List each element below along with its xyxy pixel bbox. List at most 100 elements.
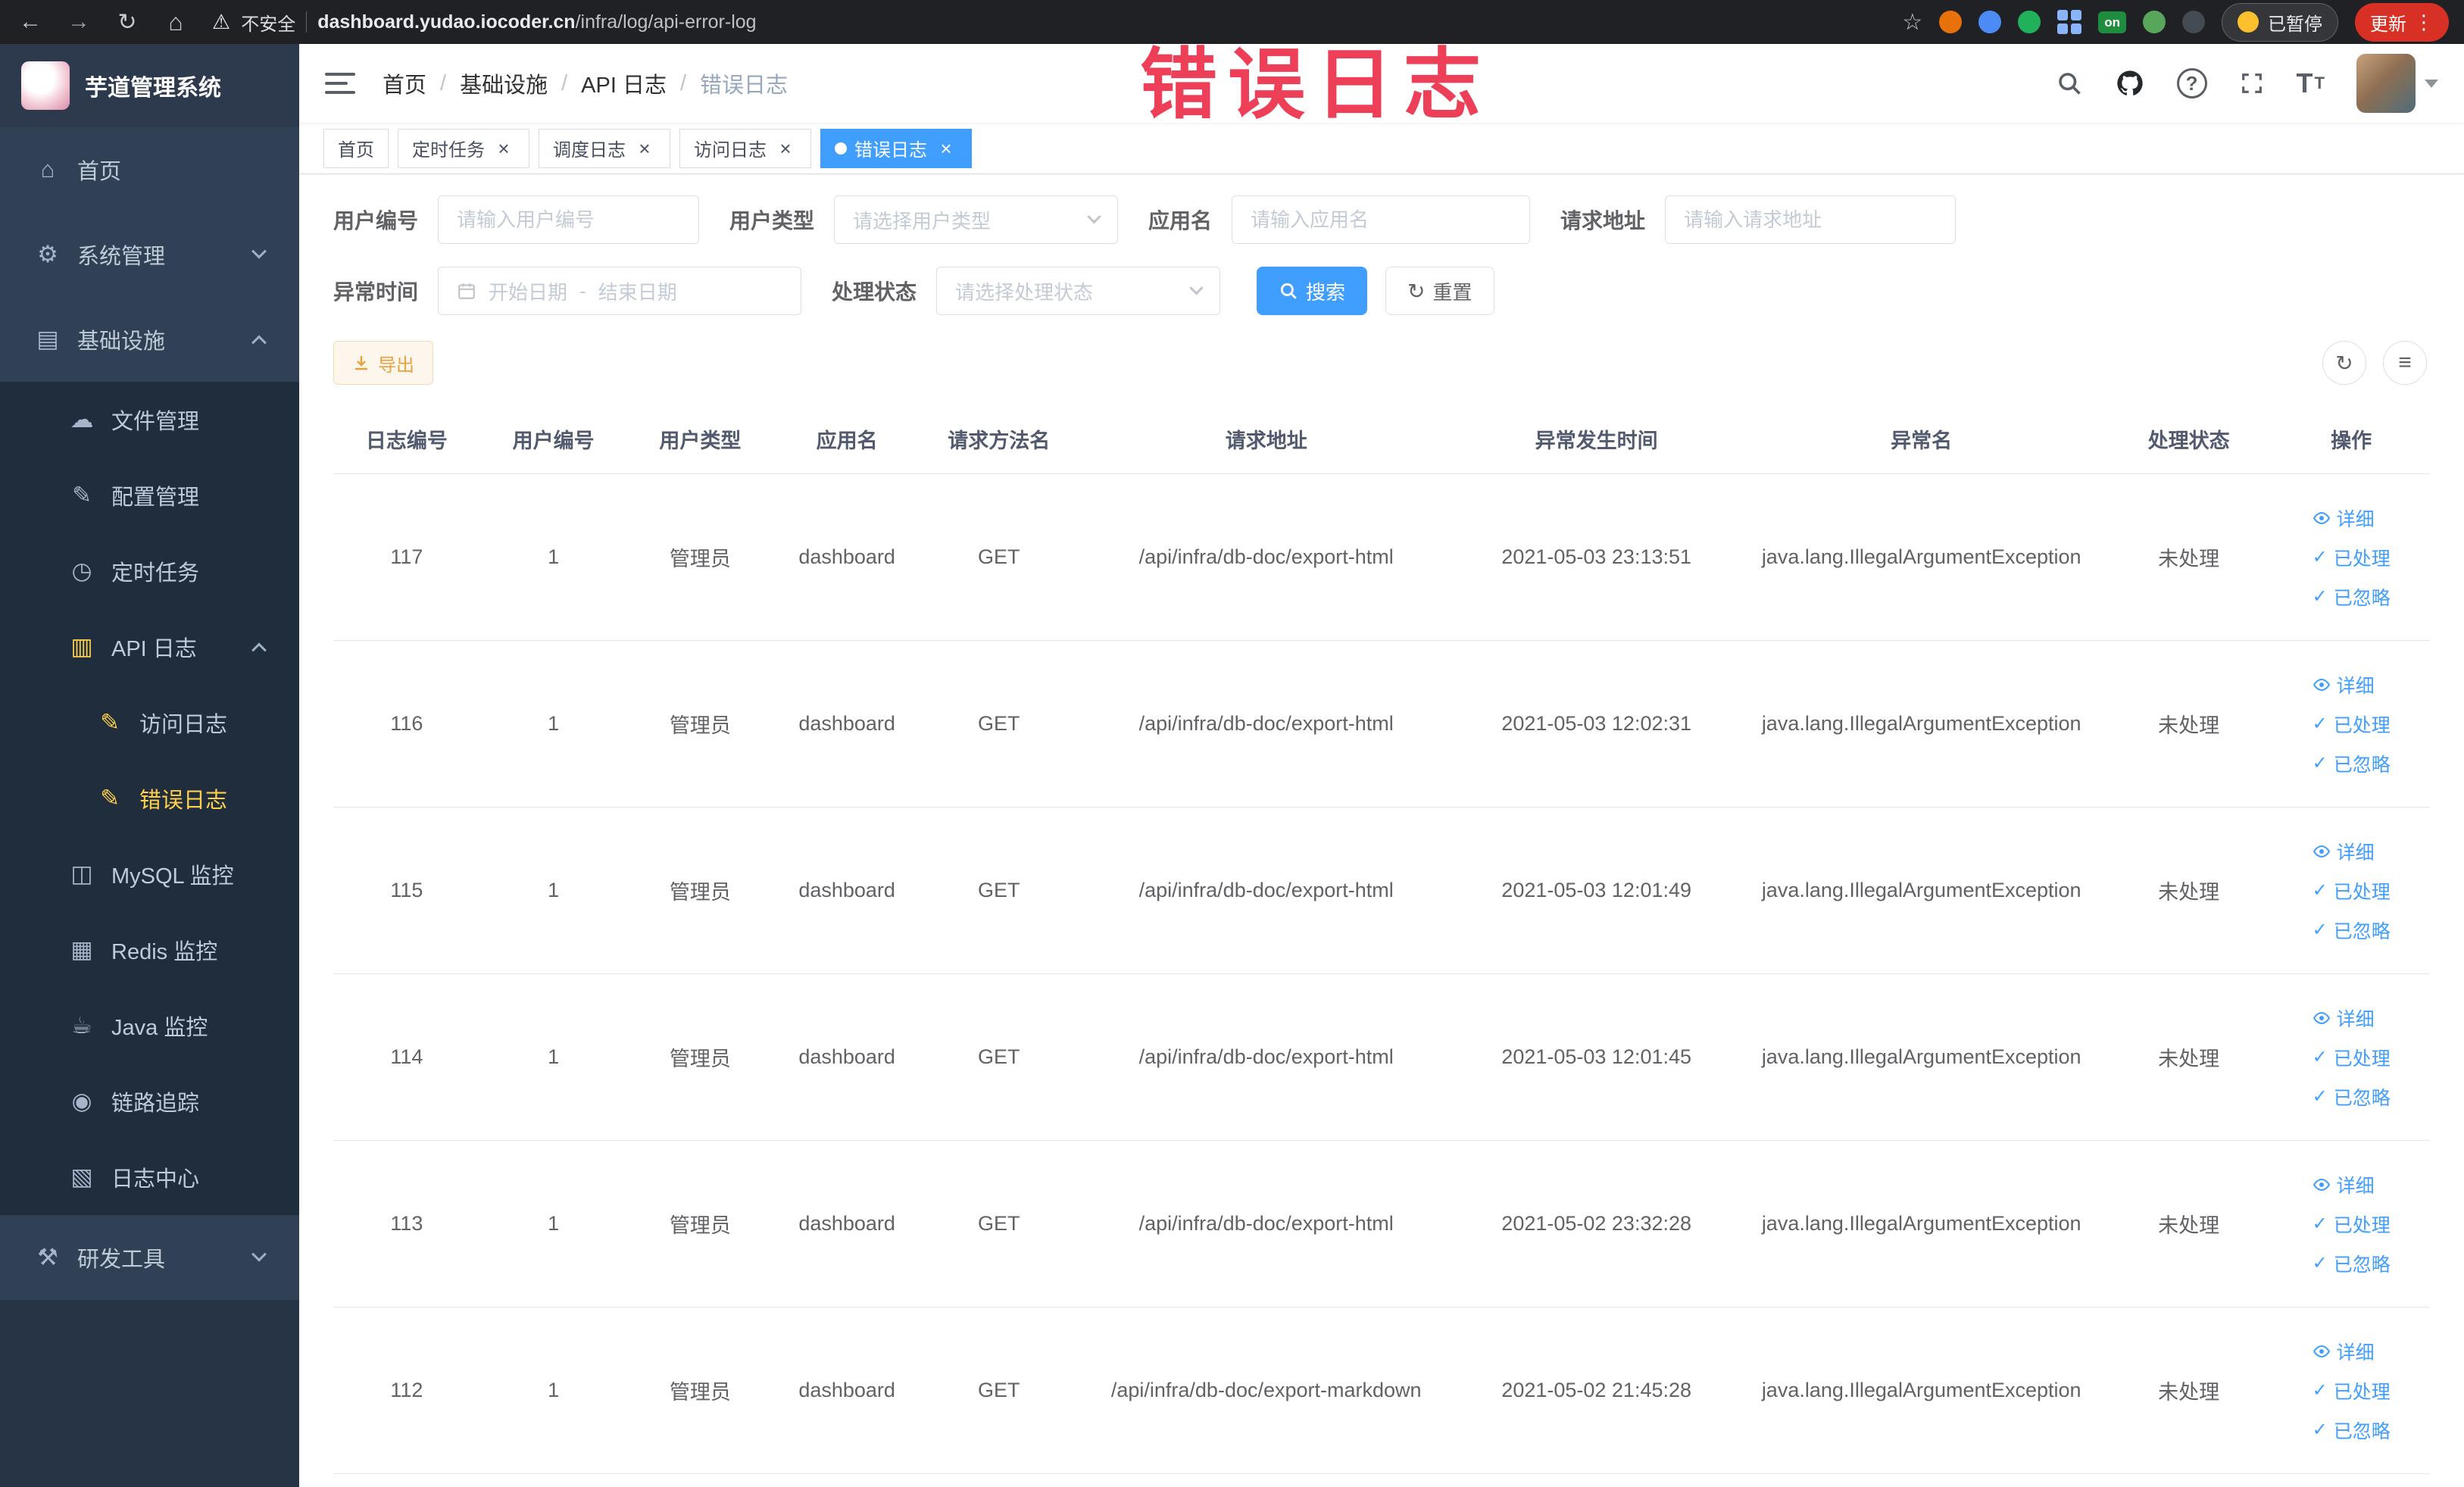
sidebar-item[interactable]: ✎ 配置管理 bbox=[0, 458, 299, 533]
tab[interactable]: 访问日志 bbox=[679, 128, 811, 168]
cell-app-name: dashboard bbox=[773, 640, 920, 808]
process-status-select[interactable]: 请选择处理状态 bbox=[936, 267, 1221, 315]
tab[interactable]: 调度日志 bbox=[539, 128, 670, 168]
action-detail-link[interactable]: 详细 bbox=[2313, 1338, 2375, 1365]
action-label: 已处理 bbox=[2333, 1381, 2391, 1403]
paused-badge[interactable]: 已暂停 bbox=[2222, 2, 2338, 42]
extensions-grid-icon[interactable] bbox=[2057, 10, 2082, 34]
action-ignored-link[interactable]: ✓ 已忽略 bbox=[2313, 583, 2391, 611]
action-processed-link[interactable]: ✓ 已处理 bbox=[2313, 877, 2391, 904]
action-ignored-link[interactable]: ✓ 已忽略 bbox=[2313, 1083, 2391, 1111]
sidebar-item[interactable]: ▤ 基础设施 bbox=[0, 297, 299, 382]
sidebar-item[interactable]: ▧ 日志中心 bbox=[0, 1139, 299, 1215]
fullscreen-icon[interactable] bbox=[2239, 70, 2265, 96]
breadcrumb-item[interactable]: 基础设施 bbox=[460, 67, 548, 99]
search-button[interactable]: 搜索 bbox=[1257, 267, 1368, 315]
app-name-label: 应用名 bbox=[1148, 209, 1213, 233]
extension-icon-green[interactable] bbox=[2018, 11, 2041, 33]
forward-button[interactable] bbox=[64, 9, 94, 35]
cell-user-id: 1 bbox=[479, 973, 627, 1141]
sidebar-item[interactable]: ✎ 错误日志 bbox=[0, 761, 299, 836]
action-processed-link[interactable]: ✓ 已处理 bbox=[2313, 544, 2391, 571]
user-type-label: 用户类型 bbox=[729, 209, 815, 233]
infrastructure-icon: ▤ bbox=[36, 326, 59, 352]
sidebar-item[interactable]: ☁ 文件管理 bbox=[0, 382, 299, 458]
help-icon[interactable] bbox=[2176, 68, 2207, 98]
action-ignored-link[interactable]: ✓ 已忽略 bbox=[2313, 1250, 2391, 1277]
java-monitor-icon: ☕ bbox=[71, 1012, 92, 1039]
breadcrumb-item[interactable]: API 日志 bbox=[581, 67, 667, 99]
update-button[interactable]: 更新 bbox=[2355, 2, 2449, 42]
bookmark-star-icon[interactable] bbox=[1902, 9, 1922, 36]
reset-button[interactable]: 重置 bbox=[1385, 267, 1494, 315]
sidebar-item[interactable]: ⚙ 系统管理 bbox=[0, 212, 299, 297]
action-label: 详细 bbox=[2336, 1342, 2375, 1364]
action-ignored-link[interactable]: ✓ 已忽略 bbox=[2313, 750, 2391, 777]
action-processed-link[interactable]: ✓ 已处理 bbox=[2313, 1377, 2391, 1404]
url-path: /infra/log/api-error-log bbox=[575, 11, 757, 33]
sidebar-item[interactable]: ▦ Redis 监控 bbox=[0, 912, 299, 988]
cell-exception: java.lang.IllegalArgumentException bbox=[1738, 807, 2105, 974]
action-ignored-link[interactable]: ✓ 已忽略 bbox=[2313, 1417, 2391, 1444]
action-label: 已处理 bbox=[2333, 881, 2391, 903]
check-icon: ✓ bbox=[2312, 547, 2328, 567]
app-logo[interactable]: 芋道管理系统 bbox=[0, 44, 299, 127]
request-url-input[interactable] bbox=[1665, 195, 1957, 244]
extension-icon-blue[interactable] bbox=[1978, 11, 2002, 33]
tab-label: 调度日志 bbox=[553, 140, 626, 161]
action-detail-link[interactable]: 详细 bbox=[2313, 838, 2375, 865]
action-processed-link[interactable]: ✓ 已处理 bbox=[2313, 1044, 2391, 1071]
action-detail-link[interactable]: 详细 bbox=[2313, 1171, 2375, 1198]
action-detail-link[interactable]: 详细 bbox=[2313, 1004, 2375, 1032]
github-icon[interactable] bbox=[2115, 68, 2145, 98]
redis-monitor-icon: ▦ bbox=[70, 936, 93, 963]
exception-time-label: 异常时间 bbox=[333, 280, 419, 304]
breadcrumb-item[interactable]: 首页 bbox=[383, 67, 426, 99]
date-range-picker[interactable]: 开始日期 - 结束日期 bbox=[438, 267, 802, 315]
extension-on-badge[interactable]: on bbox=[2098, 11, 2126, 33]
filter-row-2: 异常时间 开始日期 - 结束日期 处理状态 请选择处理状态 搜索 ↻ 重置 bbox=[333, 267, 2430, 315]
font-size-icon[interactable] bbox=[2297, 67, 2325, 99]
extension-icon-paw[interactable] bbox=[2182, 11, 2205, 33]
search-icon[interactable] bbox=[2056, 70, 2083, 97]
user-type-select[interactable]: 请选择用户类型 bbox=[834, 195, 1119, 244]
sidebar-item-label: 研发工具 bbox=[77, 1248, 166, 1272]
row-actions: 详细 ✓ 已处理 ✓ 已忽略 bbox=[2313, 1004, 2391, 1111]
sidebar-item[interactable]: ✎ 访问日志 bbox=[0, 685, 299, 761]
tab[interactable]: 首页 bbox=[323, 128, 389, 168]
tab-close-icon[interactable] bbox=[633, 137, 656, 160]
tab-close-icon[interactable] bbox=[774, 137, 797, 160]
app-name-input[interactable] bbox=[1232, 195, 1531, 244]
reload-button[interactable] bbox=[112, 9, 142, 36]
refresh-table-button[interactable] bbox=[2322, 341, 2366, 385]
user-avatar[interactable] bbox=[2356, 54, 2438, 113]
address-bar[interactable]: 不安全 dashboard.yudao.iocoder.cn/infra/log… bbox=[212, 9, 1884, 36]
sidebar-item[interactable]: ⚒ 研发工具 bbox=[0, 1215, 299, 1300]
sidebar-item[interactable]: ◫ MySQL 监控 bbox=[0, 836, 299, 912]
export-button[interactable]: 导出 bbox=[333, 341, 433, 385]
sidebar-item[interactable]: ◉ 链路追踪 bbox=[0, 1064, 299, 1139]
action-detail-link[interactable]: 详细 bbox=[2313, 505, 2375, 532]
sidebar-item[interactable]: ☕ Java 监控 bbox=[0, 988, 299, 1064]
extension-icon-leaf[interactable] bbox=[2143, 11, 2166, 33]
action-detail-link[interactable]: 详细 bbox=[2313, 671, 2375, 698]
url-domain: dashboard.yudao.iocoder.cn bbox=[317, 11, 576, 33]
tab-close-icon[interactable] bbox=[935, 137, 957, 160]
home-button[interactable] bbox=[161, 8, 191, 36]
tab[interactable]: 定时任务 bbox=[398, 128, 529, 168]
action-ignored-link[interactable]: ✓ 已忽略 bbox=[2313, 917, 2391, 944]
sidebar-item[interactable]: ◷ 定时任务 bbox=[0, 533, 299, 609]
user-id-input[interactable] bbox=[438, 195, 700, 244]
sidebar-item[interactable]: ▥ API 日志 bbox=[0, 609, 299, 685]
action-processed-link[interactable]: ✓ 已处理 bbox=[2313, 711, 2391, 738]
filter-row-1: 用户编号 用户类型 请选择用户类型 应用名 请求地址 bbox=[333, 195, 2430, 244]
action-processed-link[interactable]: ✓ 已处理 bbox=[2313, 1211, 2391, 1238]
cell-log-id: 112 bbox=[333, 1307, 480, 1474]
back-button[interactable] bbox=[15, 9, 45, 35]
hamburger-menu-icon[interactable] bbox=[325, 73, 355, 94]
tab-close-icon[interactable] bbox=[492, 137, 515, 160]
tab[interactable]: 错误日志 bbox=[820, 128, 972, 168]
column-settings-button[interactable] bbox=[2383, 341, 2427, 385]
sidebar-item[interactable]: ⌂ 首页 bbox=[0, 127, 299, 212]
extension-icon-orange[interactable] bbox=[1939, 11, 1963, 33]
